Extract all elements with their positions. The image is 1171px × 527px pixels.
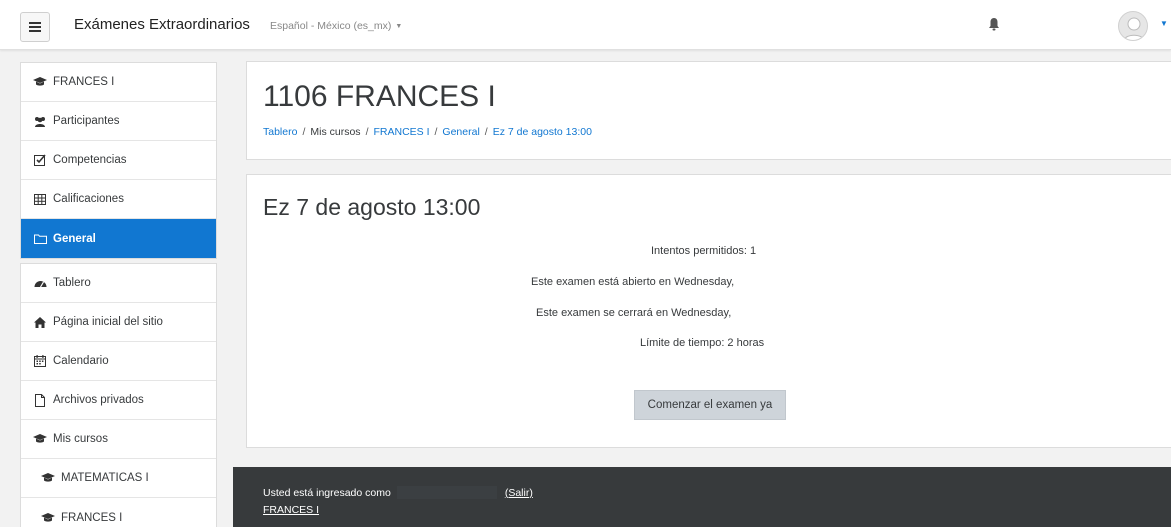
sidebar-item-grades[interactable]: Calificaciones	[21, 180, 216, 219]
breadcrumb-separator: /	[365, 126, 369, 138]
breadcrumb-separator: /	[434, 126, 438, 138]
home-icon	[33, 316, 47, 328]
sidebar-item-calendar[interactable]: Calendario	[21, 342, 216, 381]
breadcrumb-link-course[interactable]: FRANCES I	[373, 126, 429, 138]
sidebar-item-label: Archivos privados	[53, 394, 144, 406]
sidebar-item-label: FRANCES I	[53, 76, 115, 88]
language-menu[interactable]: Español - México (es_mx) ▼	[270, 20, 402, 32]
breadcrumb-item-my-courses: Mis cursos	[310, 126, 361, 138]
sidebar-item-label: Calendario	[53, 355, 109, 367]
graduation-cap-icon	[41, 512, 55, 524]
sidebar-item-general[interactable]: General	[21, 219, 216, 258]
sidebar-item-my-courses[interactable]: Mis cursos	[21, 420, 216, 459]
breadcrumb-link-quiz[interactable]: Ez 7 de agosto 13:00	[493, 126, 592, 138]
sidebar-item-competencies[interactable]: Competencias	[21, 141, 216, 180]
folder-icon	[33, 233, 47, 245]
sidebar-item-course-matematicas[interactable]: MATEMATICAS I	[21, 459, 216, 498]
chevron-down-icon: ▼	[395, 22, 403, 30]
page-header: 1106 FRANCES I Tablero / Mis cursos / FR…	[246, 61, 1171, 160]
course-nav-group: FRANCES I Participantes Competencias Cal…	[20, 62, 217, 259]
bell-icon[interactable]	[988, 17, 1000, 31]
footer-course-link[interactable]: FRANCES I	[263, 504, 319, 516]
logged-in-text: Usted está ingresado como	[263, 486, 391, 499]
breadcrumb-link-dashboard[interactable]: Tablero	[263, 126, 297, 138]
breadcrumb-separator: /	[484, 126, 488, 138]
hamburger-icon[interactable]	[20, 12, 50, 42]
sidebar-item-dashboard[interactable]: Tablero	[21, 264, 216, 303]
sidebar: FRANCES I Participantes Competencias Cal…	[20, 62, 217, 527]
sidebar-item-course-frances[interactable]: FRANCES I	[21, 498, 216, 527]
sidebar-item-private-files[interactable]: Archivos privados	[21, 381, 216, 420]
calendar-icon	[33, 355, 47, 367]
graduation-cap-icon	[33, 76, 47, 88]
graduation-cap-icon	[33, 433, 47, 445]
sidebar-item-label: MATEMATICAS I	[61, 472, 149, 484]
start-attempt-button[interactable]: Comenzar el examen ya	[634, 390, 786, 420]
users-icon	[33, 115, 47, 127]
breadcrumb-link-section[interactable]: General	[442, 126, 479, 138]
sidebar-item-label: Tablero	[53, 277, 91, 289]
login-info: Usted está ingresado como (Salir)	[263, 486, 533, 499]
sidebar-item-course[interactable]: FRANCES I	[21, 63, 216, 102]
site-name-link[interactable]: Exámenes Extraordinarios	[74, 16, 250, 33]
quiz-time-limit: Límite de tiempo: 2 horas	[640, 337, 765, 349]
sidebar-item-site-home[interactable]: Página inicial del sitio	[21, 303, 216, 342]
quiz-attempts-allowed: Intentos permitidos: 1	[651, 245, 757, 257]
sidebar-item-label: Calificaciones	[53, 193, 124, 205]
page-footer: Usted está ingresado como (Salir) FRANCE…	[233, 467, 1171, 527]
quiz-title: Ez 7 de agosto 13:00	[263, 194, 481, 220]
quiz-close-date: Este examen se cerrará en Wednesday,	[536, 307, 732, 319]
logout-link[interactable]: (Salir)	[505, 487, 533, 499]
redacted-username	[396, 486, 497, 499]
chevron-down-icon[interactable]: ▼	[1160, 19, 1168, 28]
language-label: Español - México (es_mx)	[270, 20, 392, 32]
sidebar-item-label: Competencias	[53, 154, 127, 166]
quiz-info-card: Ez 7 de agosto 13:00 Intentos permitidos…	[246, 174, 1171, 448]
quiz-open-date: Este examen está abierto en Wednesday,	[531, 276, 735, 288]
breadcrumb: Tablero / Mis cursos / FRANCES I / Gener…	[263, 126, 592, 138]
site-nav-group: Tablero Página inicial del sitio Calenda…	[20, 263, 217, 527]
file-icon	[33, 393, 47, 407]
table-icon	[33, 193, 47, 205]
top-navbar: Exámenes Extraordinarios Español - Méxic…	[0, 0, 1171, 50]
breadcrumb-separator: /	[302, 126, 306, 138]
sidebar-item-label: FRANCES I	[61, 511, 123, 524]
sidebar-item-label: Mis cursos	[53, 433, 108, 445]
sidebar-item-label: Página inicial del sitio	[53, 316, 163, 328]
checkbox-icon	[33, 154, 47, 166]
sidebar-item-participants[interactable]: Participantes	[21, 102, 216, 141]
avatar[interactable]	[1118, 11, 1148, 41]
page-title: 1106 FRANCES I	[263, 80, 496, 113]
graduation-cap-icon	[41, 472, 55, 484]
sidebar-item-label: General	[53, 232, 96, 245]
dashboard-icon	[33, 277, 47, 289]
sidebar-item-label: Participantes	[53, 115, 120, 127]
